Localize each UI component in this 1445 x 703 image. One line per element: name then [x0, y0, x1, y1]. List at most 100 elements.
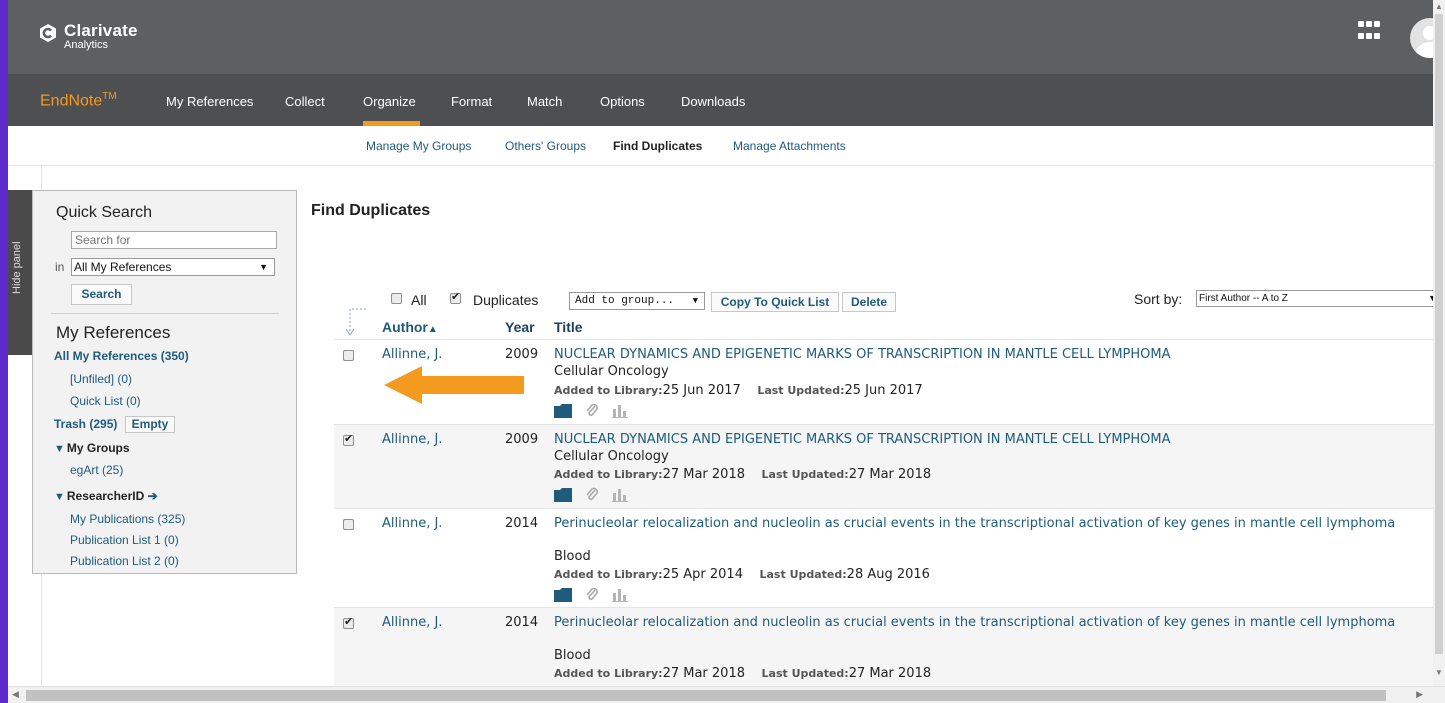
horizontal-scroll-thumb[interactable] [26, 690, 1386, 701]
row-checkbox[interactable] [343, 350, 354, 361]
reference-year: 2014 [505, 516, 539, 531]
subnav-manage-attachments[interactable]: Manage Attachments [733, 139, 846, 153]
column-author-header[interactable]: Author▲ [382, 319, 438, 335]
row-checkbox[interactable] [343, 615, 354, 629]
subnav-manage-my-groups[interactable]: Manage My Groups [366, 139, 471, 153]
reference-author[interactable]: Allinne, J. [382, 347, 442, 362]
annotation-arrow-icon [384, 366, 524, 404]
reference-author[interactable]: Allinne, J. [382, 615, 442, 630]
citation-bars-icon[interactable] [612, 404, 628, 418]
clarivate-logo-icon [40, 24, 56, 42]
expand-triangle-icon: ▼ [54, 491, 65, 503]
reference-journal: Cellular Oncology [554, 449, 669, 464]
reference-title[interactable]: Perinucleolar relocalization and nucleol… [554, 516, 1434, 532]
copy-to-quick-list-button[interactable]: Copy To Quick List [711, 292, 839, 312]
my-references-title: My References [56, 323, 171, 342]
quick-search-input[interactable] [71, 231, 277, 249]
vertical-scroll-thumb[interactable] [1435, 14, 1443, 654]
add-to-group-select[interactable]: Add to group... ▼ [569, 292, 705, 310]
search-button[interactable]: Search [71, 284, 132, 305]
scroll-right-icon[interactable]: ▶ [1416, 689, 1423, 700]
row-checkbox[interactable] [343, 432, 354, 446]
column-title-header[interactable]: Title [554, 319, 583, 335]
company-subtitle: Analytics [64, 39, 109, 51]
subnav-others-groups[interactable]: Others' Groups [505, 139, 586, 153]
reference-year: 2009 [505, 432, 539, 447]
reference-author[interactable]: Allinne, J. [382, 516, 442, 531]
folder-icon[interactable] [554, 488, 572, 502]
reference-year: 2014 [505, 615, 539, 630]
empty-trash-button[interactable]: Empty [125, 416, 175, 433]
reference-year: 2009 [505, 347, 539, 362]
folder-icon[interactable] [554, 404, 572, 418]
nav-options[interactable]: Options [600, 94, 645, 109]
top-bar: Clarivate Analytics [8, 0, 1445, 74]
search-scope-label: in [55, 260, 65, 274]
reference-actions [554, 403, 628, 419]
endnote-brand[interactable]: EndNoteTM [40, 91, 117, 110]
sidebar-my-groups-toggle[interactable]: ▼ My Groups [54, 441, 130, 455]
scroll-up-icon[interactable]: ▲ [1435, 2, 1443, 11]
reference-journal: Blood [554, 549, 591, 564]
main-nav: EndNoteTM My References Collect Organize… [8, 74, 1445, 126]
sort-by-select[interactable]: First Author -- A to Z ▼ [1196, 290, 1442, 307]
reference-title[interactable]: NUCLEAR DYNAMICS AND EPIGENETIC MARKS OF… [554, 432, 1434, 448]
sidebar-trash[interactable]: Trash (295) [54, 417, 117, 431]
folder-icon[interactable] [554, 588, 572, 602]
sidebar-researcherid-toggle[interactable]: ▼ ResearcherID ➔ [54, 489, 158, 503]
reference-dates: Added to Library:25 Apr 2014 Last Update… [554, 567, 930, 582]
reference-title[interactable]: NUCLEAR DYNAMICS AND EPIGENETIC MARKS OF… [554, 347, 1434, 363]
nav-match[interactable]: Match [527, 94, 562, 109]
nav-format[interactable]: Format [451, 94, 492, 109]
duplicates-checkbox[interactable] [450, 290, 461, 304]
citation-bars-icon[interactable] [612, 488, 628, 502]
reference-actions [554, 587, 628, 603]
vertical-scrollbar[interactable]: ▲ ▼ [1433, 0, 1445, 686]
scroll-down-icon[interactable]: ▼ [1435, 668, 1443, 677]
horizontal-scrollbar[interactable]: ◀ ▶ [8, 686, 1445, 703]
reference-dates: Added to Library:27 Mar 2018 Last Update… [554, 467, 932, 482]
sidebar-all-references[interactable]: All My References (350) [54, 349, 189, 363]
delete-button[interactable]: Delete [842, 292, 896, 312]
attachment-clip-icon[interactable] [584, 587, 600, 603]
select-all-label: All [411, 292, 427, 308]
nav-my-references[interactable]: My References [166, 94, 253, 109]
sub-nav: Manage My Groups Others' Groups Find Dup… [8, 126, 1445, 166]
reference-row: Allinne, J. 2009 NUCLEAR DYNAMICS AND EP… [334, 424, 1445, 508]
nav-organize[interactable]: Organize [363, 94, 416, 109]
page-title: Find Duplicates [311, 202, 431, 219]
row-checkbox[interactable] [343, 519, 354, 530]
sidebar-my-publications[interactable]: My Publications (325) [70, 512, 185, 526]
browser-viewport: Clarivate Analytics EndNoteTM My Referen… [8, 0, 1445, 703]
select-all-checkbox[interactable] [391, 293, 402, 304]
reference-author[interactable]: Allinne, J. [382, 432, 442, 447]
reference-dates: Added to Library:27 Mar 2018 Last Update… [554, 666, 932, 681]
clarivate-logo[interactable]: Clarivate Analytics [38, 22, 138, 51]
hide-panel-tab[interactable]: Hide panel [8, 190, 32, 355]
expand-triangle-icon: ▼ [54, 443, 65, 455]
reference-title[interactable]: Perinucleolar relocalization and nucleol… [554, 615, 1434, 631]
citation-bars-icon[interactable] [612, 588, 628, 602]
search-scope-select[interactable]: All My References ▼ [71, 258, 275, 276]
attachment-clip-icon[interactable] [584, 403, 600, 419]
dropdown-caret-icon: ▼ [259, 262, 268, 272]
apps-grid-icon[interactable] [1358, 21, 1380, 43]
sidebar-unfiled[interactable]: [Unfiled] (0) [70, 372, 132, 386]
reference-journal: Cellular Oncology [554, 364, 669, 379]
sidebar-quick-list[interactable]: Quick List (0) [70, 394, 141, 408]
nav-downloads[interactable]: Downloads [681, 94, 745, 109]
sort-by-label: Sort by: [1134, 291, 1183, 307]
column-year-header[interactable]: Year [505, 319, 535, 335]
attachment-clip-icon[interactable] [584, 487, 600, 503]
sidebar-publication-list-1[interactable]: Publication List 1 (0) [70, 533, 179, 547]
subnav-find-duplicates[interactable]: Find Duplicates [613, 139, 702, 153]
scroll-left-icon[interactable]: ◀ [12, 689, 19, 700]
sidebar-divider [51, 313, 279, 314]
sidebar-publication-list-2[interactable]: Publication List 2 (0) [70, 554, 179, 568]
reference-journal: Blood [554, 648, 591, 663]
sidebar-group-egart[interactable]: egArt (25) [70, 463, 123, 477]
hide-panel-label: Hide panel [11, 241, 23, 294]
company-name: Clarivate [64, 21, 138, 40]
dropdown-caret-icon: ▼ [692, 296, 698, 306]
nav-collect[interactable]: Collect [285, 94, 325, 109]
